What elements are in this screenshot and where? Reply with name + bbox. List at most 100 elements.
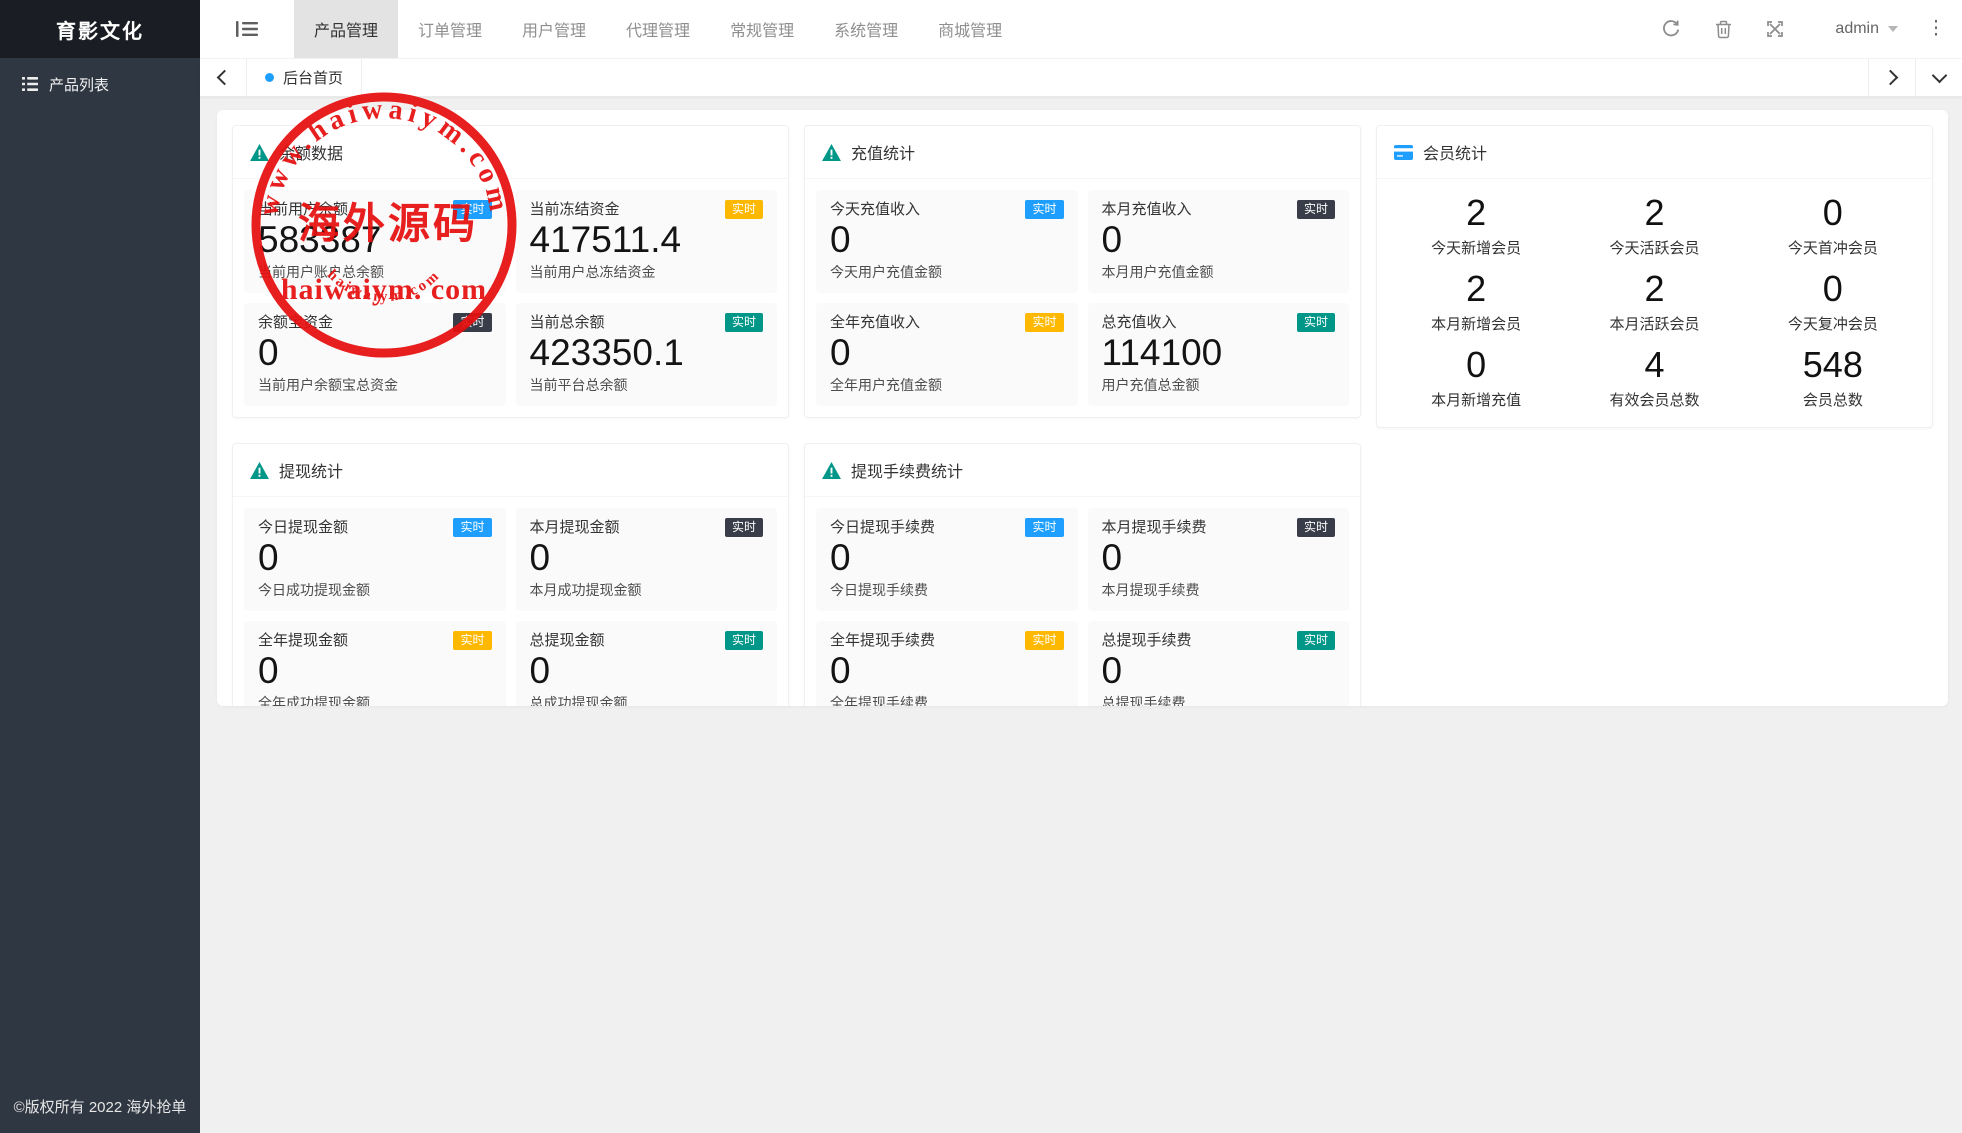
nav-tab-agent[interactable]: 代理管理 (606, 0, 710, 58)
stat-box: 本月提现手续费 实时 0 本月提现手续费 (1088, 508, 1350, 611)
refresh-button[interactable] (1645, 0, 1697, 58)
card-member: 会员统计 2 今天新增会员 2 今天活跃会员 0 今天首冲会员 (1376, 125, 1933, 428)
stat-box: 余额宝资金 实时 0 当前用户余额宝总资金 (244, 303, 506, 406)
stat-label: 当前总余额 (530, 313, 605, 332)
navbar-actions: admin ⋮ (1645, 0, 1962, 58)
list-icon (22, 77, 38, 91)
card-title: 充值统计 (851, 140, 915, 164)
realtime-badge: 实时 (453, 518, 491, 537)
tab-home-label: 后台首页 (283, 67, 343, 88)
chevron-down-icon (1888, 26, 1898, 32)
page-tabs-bar: 后台首页 (200, 58, 1962, 97)
stat-label: 当前用户余额 (258, 200, 348, 219)
clear-cache-button[interactable] (1697, 0, 1749, 58)
member-stat-label: 本月活跃会员 (1565, 313, 1743, 334)
tabs-scroll-right-button[interactable] (1868, 58, 1915, 96)
sidebar-collapse-button[interactable] (200, 0, 294, 58)
stat-box: 当前总余额 实时 423350.1 当前平台总余额 (516, 303, 778, 406)
sidebar-item-product-list[interactable]: 产品列表 (0, 58, 200, 110)
dashboard-panel: 余额数据 当前用户余额 实时 583387 当前用户账户总余额 当前冻结资金 (217, 110, 1948, 706)
stat-label: 本月提现金额 (530, 518, 620, 537)
stat-value: 0 (530, 539, 764, 578)
app-logo: 育影文化 (0, 0, 200, 58)
nav-tab-mall[interactable]: 商城管理 (918, 0, 1022, 58)
card-balance-header: 余额数据 (233, 126, 788, 179)
tab-home[interactable]: 后台首页 (247, 58, 362, 96)
stat-box: 今天充值收入 实时 0 今天用户充值金额 (816, 190, 1078, 293)
stat-value: 583387 (258, 221, 492, 260)
warning-triangle-icon (822, 462, 841, 479)
tabs-spacer (362, 58, 1868, 96)
realtime-badge: 实时 (1297, 200, 1335, 219)
stat-box: 全年提现金额 实时 0 全年成功提现金额 (244, 621, 506, 706)
stat-sublabel: 用户充值总金额 (1102, 377, 1336, 394)
stat-box: 全年充值收入 实时 0 全年用户充值金额 (816, 303, 1078, 406)
stat-value: 0 (830, 334, 1064, 373)
stat-sublabel: 当前平台总余额 (530, 377, 764, 394)
card-recharge: 充值统计 今天充值收入 实时 0 今天用户充值金额 本月充值收入 (804, 125, 1361, 418)
card-withdraw: 提现统计 今日提现金额 实时 0 今日成功提现金额 本月提现金额 (232, 443, 789, 706)
stat-sublabel: 本月提现手续费 (1102, 582, 1336, 599)
stat-sublabel: 总成功提现金额 (530, 695, 764, 706)
card-title: 余额数据 (279, 140, 343, 164)
stat-box: 当前用户余额 实时 583387 当前用户账户总余额 (244, 190, 506, 293)
stat-value: 0 (258, 539, 492, 578)
member-stat-label: 会员总数 (1744, 389, 1922, 410)
member-stat-value: 2 (1387, 270, 1565, 308)
member-stat-value: 548 (1744, 346, 1922, 384)
stat-value: 0 (258, 652, 492, 691)
main-nav: 产品管理 订单管理 用户管理 代理管理 常规管理 系统管理 商城管理 (294, 0, 1022, 58)
nav-tab-system[interactable]: 系统管理 (814, 0, 918, 58)
more-menu-button[interactable]: ⋮ (1918, 0, 1954, 58)
chevron-right-icon (1883, 69, 1899, 85)
collapse-menu-icon (236, 20, 258, 38)
stat-value: 0 (830, 221, 1064, 260)
card-fee: 提现手续费统计 今日提现手续费 实时 0 今日提现手续费 本月提现手续费 (804, 443, 1361, 706)
realtime-badge: 实时 (1025, 518, 1063, 537)
refresh-icon (1661, 19, 1681, 39)
user-menu[interactable]: admin (1801, 20, 1918, 38)
member-stat: 0 本月新增充值 (1387, 341, 1565, 417)
warning-triangle-icon (822, 144, 841, 161)
top-navbar: 产品管理 订单管理 用户管理 代理管理 常规管理 系统管理 商城管理 (200, 0, 1962, 59)
member-stat-label: 今天新增会员 (1387, 237, 1565, 258)
sidebar: 育影文化 产品列表 ©版权所有 2022 海外抢单 (0, 0, 200, 1133)
card-balance: 余额数据 当前用户余额 实时 583387 当前用户账户总余额 当前冻结资金 (232, 125, 789, 418)
nav-tab-order[interactable]: 订单管理 (398, 0, 502, 58)
stat-label: 总提现手续费 (1102, 631, 1192, 650)
card-title: 会员统计 (1423, 140, 1487, 164)
fullscreen-icon (1766, 20, 1784, 38)
stat-box: 总提现手续费 实时 0 总提现手续费 (1088, 621, 1350, 706)
stat-value: 0 (830, 539, 1064, 578)
stat-box: 今日提现金额 实时 0 今日成功提现金额 (244, 508, 506, 611)
member-stat-value: 0 (1387, 346, 1565, 384)
member-stat: 2 今天活跃会员 (1565, 189, 1743, 265)
member-stat: 2 本月活跃会员 (1565, 265, 1743, 341)
stat-sublabel: 当前用户总冻结资金 (530, 264, 764, 281)
tabs-menu-button[interactable] (1915, 58, 1962, 96)
chevron-down-icon (1931, 67, 1947, 83)
admin-dashboard: { "app": { "logo": "育影文化", "footer": "©版… (0, 0, 1962, 1133)
nav-tab-user[interactable]: 用户管理 (502, 0, 606, 58)
realtime-badge: 实时 (725, 200, 763, 219)
member-stat-value: 2 (1565, 270, 1743, 308)
stat-label: 全年提现金额 (258, 631, 348, 650)
realtime-badge: 实时 (1297, 313, 1335, 332)
member-stat: 0 今天复冲会员 (1744, 265, 1922, 341)
stat-sublabel: 本月成功提现金额 (530, 582, 764, 599)
member-stat-value: 4 (1565, 346, 1743, 384)
nav-tab-general[interactable]: 常规管理 (710, 0, 814, 58)
active-tab-dot-icon (265, 73, 274, 82)
stat-label: 全年提现手续费 (830, 631, 935, 650)
realtime-badge: 实时 (1297, 631, 1335, 650)
realtime-badge: 实时 (453, 313, 491, 332)
stat-label: 本月充值收入 (1102, 200, 1192, 219)
username: admin (1835, 20, 1879, 38)
member-stat-label: 今天首冲会员 (1744, 237, 1922, 258)
tabs-scroll-left-button[interactable] (200, 58, 247, 96)
fullscreen-button[interactable] (1749, 0, 1801, 58)
member-stat: 0 今天首冲会员 (1744, 189, 1922, 265)
stat-label: 今日提现手续费 (830, 518, 935, 537)
stat-label: 今日提现金额 (258, 518, 348, 537)
nav-tab-product[interactable]: 产品管理 (294, 0, 398, 58)
